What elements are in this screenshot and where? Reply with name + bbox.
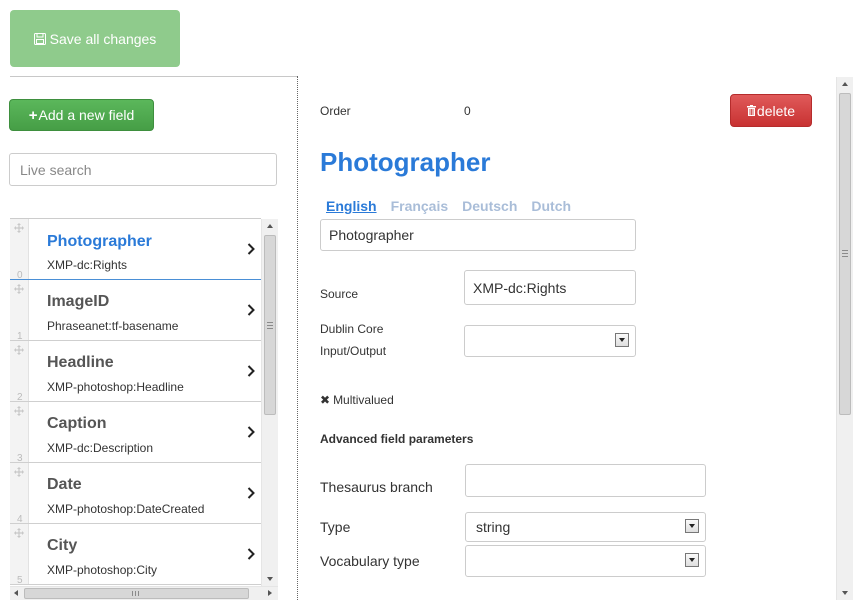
vocabulary-type-label: Vocabulary type — [320, 553, 420, 569]
grip-icon — [842, 250, 848, 257]
dropdown-arrow-icon[interactable] — [685, 519, 699, 533]
field-name: ImageID — [47, 293, 110, 310]
field-source: XMP-photoshop:Headline — [47, 380, 184, 394]
detail-vertical-scrollbar[interactable] — [836, 77, 853, 600]
delete-label: delete — [756, 102, 796, 119]
move-icon — [14, 284, 24, 294]
plus-icon: + — [28, 106, 38, 124]
tab-language[interactable]: Dutch — [531, 198, 571, 214]
dropdown-arrow-icon[interactable] — [615, 333, 629, 347]
move-icon — [14, 406, 24, 416]
vocabulary-type-select[interactable] — [465, 545, 706, 577]
tab-language[interactable]: Français — [391, 198, 449, 214]
multivalued-label: Multivalued — [333, 393, 394, 407]
dublin-core-select[interactable] — [464, 325, 636, 357]
field-name: Date — [47, 476, 82, 493]
move-icon — [14, 223, 24, 233]
field-order-number: 5 — [17, 575, 23, 586]
move-icon — [14, 528, 24, 538]
field-label-value: Photographer — [329, 227, 414, 243]
field-list-item[interactable]: 1 ImageID Phraseanet:tf-basename — [10, 280, 261, 342]
source-input[interactable]: XMP-dc:Rights — [464, 270, 636, 305]
type-value: string — [476, 519, 511, 535]
field-list: 0 Photographer XMP-dc:Rights 1 ImageID Phrase… — [10, 218, 261, 587]
order-value: 0 — [464, 104, 471, 118]
drag-handle[interactable]: 3 — [10, 402, 29, 464]
scroll-right-arrow-icon[interactable] — [268, 590, 272, 596]
chevron-right-icon — [247, 548, 255, 560]
chevron-right-icon — [247, 304, 255, 316]
scroll-up-arrow-icon[interactable] — [842, 82, 848, 86]
field-name: City — [47, 537, 78, 554]
x-icon: ✖ — [320, 393, 331, 407]
field-list-item[interactable]: 2 Headline XMP-photoshop:Headline — [10, 341, 261, 403]
language-tabs: English Français Deutsch Dutch — [326, 198, 571, 214]
delete-button[interactable]: delete — [730, 94, 812, 127]
scrollbar-thumb[interactable] — [264, 235, 276, 415]
add-new-field-label: Add a new field — [38, 107, 135, 123]
field-source: XMP-dc:Rights — [47, 258, 128, 272]
dublin-core-label-line1: Dublin Core — [320, 322, 384, 336]
grip-icon — [267, 322, 273, 329]
field-source: XMP-photoshop:DateCreated — [47, 502, 205, 516]
floppy-disk-icon — [33, 32, 46, 45]
field-source: XMP-photoshop:City — [47, 563, 158, 577]
advanced-params-heading: Advanced field parameters — [320, 432, 474, 446]
type-select[interactable]: string — [465, 512, 706, 542]
chevron-right-icon — [247, 426, 255, 438]
trash-icon — [746, 105, 756, 116]
top-divider — [10, 76, 298, 77]
move-icon — [14, 467, 24, 477]
drag-handle[interactable]: 0 — [10, 219, 29, 281]
field-name: Photographer — [47, 233, 152, 250]
scroll-left-arrow-icon[interactable] — [14, 590, 18, 596]
field-title: Photographer — [320, 147, 491, 177]
save-all-changes-label: Save all changes — [49, 30, 157, 47]
move-icon — [14, 345, 24, 355]
live-search-input[interactable] — [9, 153, 277, 186]
dropdown-arrow-icon[interactable] — [685, 553, 699, 567]
source-value: XMP-dc:Rights — [473, 279, 567, 296]
field-list-horizontal-scrollbar[interactable] — [10, 586, 278, 600]
scrollbar-thumb[interactable] — [24, 588, 249, 599]
drag-handle[interactable]: 1 — [10, 280, 29, 342]
field-list-item[interactable]: 0 Photographer XMP-dc:Rights — [10, 219, 261, 281]
chevron-right-icon — [247, 243, 255, 255]
scroll-down-arrow-icon[interactable] — [267, 577, 273, 581]
chevron-right-icon — [247, 365, 255, 377]
field-source: Phraseanet:tf-basename — [47, 319, 179, 333]
drag-handle[interactable]: 2 — [10, 341, 29, 403]
field-name: Caption — [47, 415, 107, 432]
order-label: Order — [320, 104, 351, 118]
scroll-down-arrow-icon[interactable] — [842, 591, 848, 595]
save-all-changes-button[interactable]: Save all changes — [10, 10, 180, 67]
field-name: Headline — [47, 354, 114, 371]
tab-language[interactable]: Deutsch — [462, 198, 517, 214]
drag-handle[interactable]: 5 — [10, 524, 29, 586]
thesaurus-branch-label: Thesaurus branch — [320, 479, 433, 495]
field-list-item[interactable]: 4 Date XMP-photoshop:DateCreated — [10, 463, 261, 525]
field-source: XMP-dc:Description — [47, 441, 154, 455]
thesaurus-branch-input[interactable] — [465, 464, 706, 497]
field-label-input[interactable]: Photographer — [320, 219, 636, 251]
scrollbar-thumb[interactable] — [839, 93, 851, 415]
panel-splitter[interactable] — [297, 76, 298, 600]
multivalued-toggle[interactable]: ✖ Multivalued — [320, 393, 394, 407]
field-list-vertical-scrollbar[interactable] — [261, 219, 278, 586]
field-list-item[interactable]: 5 City XMP-photoshop:City — [10, 524, 261, 586]
dublin-core-label-line2: Input/Output — [320, 344, 387, 358]
type-label: Type — [320, 519, 351, 535]
grip-icon — [132, 591, 139, 596]
field-list-item[interactable]: 3 Caption XMP-dc:Description — [10, 402, 261, 464]
drag-handle[interactable]: 4 — [10, 463, 29, 525]
source-label: Source — [320, 287, 359, 301]
add-new-field-button[interactable]: + Add a new field — [9, 99, 154, 131]
scroll-up-arrow-icon[interactable] — [267, 224, 273, 228]
chevron-right-icon — [247, 487, 255, 499]
tab-language[interactable]: English — [326, 198, 377, 214]
